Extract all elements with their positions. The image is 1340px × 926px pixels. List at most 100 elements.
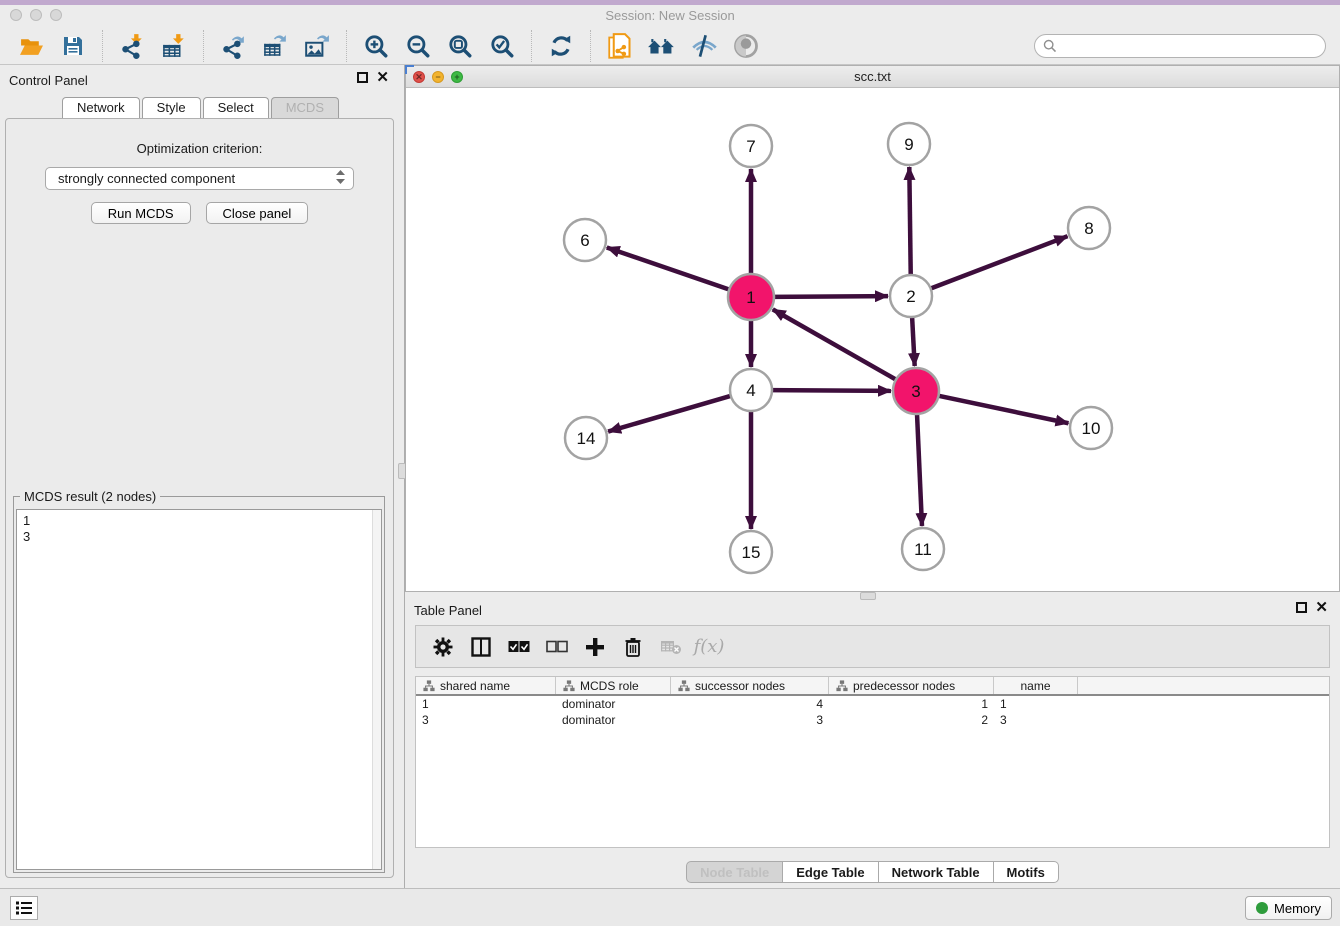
graph-node-label: 10: [1082, 419, 1101, 438]
graph-node-label: 6: [580, 231, 589, 250]
criterion-select[interactable]: strongly connected component: [45, 167, 354, 190]
apply-layout-button[interactable]: [545, 31, 577, 61]
table-panel: Table Panel ✕: [405, 595, 1340, 888]
column-header-label: name: [1020, 679, 1050, 693]
column-header-name[interactable]: name: [994, 677, 1078, 694]
new-network-from-selection-button[interactable]: [604, 31, 636, 61]
graph-edge-3-1[interactable]: [773, 309, 897, 380]
eye-icon: [732, 32, 760, 60]
function-builder-button[interactable]: f(x): [694, 632, 724, 662]
graph-edge-4-14[interactable]: [608, 396, 732, 432]
column-header-successor-nodes[interactable]: successor nodes: [671, 677, 829, 694]
tab-style[interactable]: Style: [142, 97, 201, 118]
close-panel-button[interactable]: Close panel: [206, 202, 309, 224]
table-cell[interactable]: dominator: [556, 696, 671, 712]
table-panel-header: Table Panel ✕: [405, 595, 1340, 627]
table-cell[interactable]: 3: [671, 712, 829, 728]
zoom-fit-button[interactable]: [444, 31, 476, 61]
delete-table-button[interactable]: [656, 632, 686, 662]
control-panel-header: Control Panel ✕: [0, 65, 401, 97]
export-image-button[interactable]: [301, 31, 333, 61]
column-header-label: successor nodes: [695, 679, 785, 693]
float-panel-icon[interactable]: [357, 72, 368, 83]
search-input[interactable]: [1062, 39, 1317, 54]
save-session-button[interactable]: [57, 31, 89, 61]
graph-edge-2-3[interactable]: [912, 316, 915, 366]
hide-selected-button[interactable]: [688, 31, 720, 61]
tab-network[interactable]: Network: [62, 97, 140, 118]
show-all-button[interactable]: [730, 31, 762, 61]
zoom-out-button[interactable]: [402, 31, 434, 61]
graph-edge-4-3[interactable]: [771, 390, 891, 391]
close-panel-icon[interactable]: ✕: [376, 72, 389, 83]
memory-button[interactable]: Memory: [1245, 896, 1332, 920]
table-cell[interactable]: dominator: [556, 712, 671, 728]
graph-edge-3-11[interactable]: [917, 413, 922, 526]
search-icon: [1043, 39, 1057, 53]
graph-edge-2-8[interactable]: [930, 236, 1068, 289]
graph-node-label: 4: [746, 381, 755, 400]
toolbar-separator: [102, 30, 103, 62]
table-panel-title: Table Panel: [414, 603, 482, 618]
open-folder-icon: [19, 34, 44, 59]
deselect-all-columns-button[interactable]: [542, 632, 572, 662]
table-cell[interactable]: 1: [829, 696, 994, 712]
column-header-predecessor-nodes[interactable]: predecessor nodes: [829, 677, 994, 694]
task-history-button[interactable]: [10, 896, 38, 920]
tab-mcds[interactable]: MCDS: [271, 97, 339, 118]
table-cell[interactable]: 3: [994, 712, 1078, 728]
mcds-tab-content: Optimization criterion: strongly connect…: [5, 118, 394, 878]
new-network-document-icon: [607, 33, 634, 60]
zoom-selected-button[interactable]: [486, 31, 518, 61]
graph-edge-2-9[interactable]: [909, 167, 910, 276]
zoom-in-button[interactable]: [360, 31, 392, 61]
export-network-button[interactable]: [217, 31, 249, 61]
zoom-selected-icon: [489, 33, 515, 59]
table-cell[interactable]: 2: [829, 712, 994, 728]
run-mcds-button[interactable]: Run MCDS: [91, 202, 191, 224]
close-panel-icon[interactable]: ✕: [1315, 602, 1328, 613]
table-cell[interactable]: 1: [994, 696, 1078, 712]
memory-label: Memory: [1274, 901, 1321, 916]
graph-edge-1-2[interactable]: [773, 296, 888, 297]
open-session-button[interactable]: [15, 31, 47, 61]
node-table: shared nameMCDS role successor nodes prede…: [415, 676, 1330, 848]
delete-column-button[interactable]: [618, 632, 648, 662]
search-box: [1034, 34, 1326, 58]
table-cell[interactable]: 3: [416, 712, 556, 728]
tab-node-table[interactable]: Node Table: [686, 861, 783, 883]
float-panel-icon[interactable]: [1296, 602, 1307, 613]
import-table-button[interactable]: [158, 31, 190, 61]
tab-motifs[interactable]: Motifs: [994, 861, 1059, 883]
network-canvas[interactable]: 7968124314101511: [406, 88, 1339, 591]
table-cell[interactable]: 4: [671, 696, 829, 712]
graph-node-label: 8: [1084, 219, 1093, 238]
select-all-columns-button[interactable]: [504, 632, 534, 662]
show-column-panel-button[interactable]: [466, 632, 496, 662]
mcds-result-item: 1: [23, 513, 381, 529]
column-header-shared-name[interactable]: shared name: [416, 677, 556, 694]
create-column-button[interactable]: [580, 632, 610, 662]
import-network-button[interactable]: [116, 31, 148, 61]
import-table-icon: [161, 33, 187, 59]
column-type-icon: [678, 680, 690, 692]
table-toolbar: f(x): [415, 625, 1330, 668]
tab-network-table[interactable]: Network Table: [879, 861, 994, 883]
export-table-button[interactable]: [259, 31, 291, 61]
first-neighbors-button[interactable]: [646, 31, 678, 61]
toolbar-separator: [531, 30, 532, 62]
criterion-selected-value: strongly connected component: [58, 171, 235, 186]
graph-edge-1-6[interactable]: [607, 247, 730, 289]
table-settings-button[interactable]: [428, 632, 458, 662]
column-header-MCDS-role[interactable]: MCDS role: [556, 677, 671, 694]
graph-edge-3-10[interactable]: [938, 396, 1069, 424]
tab-edge-table[interactable]: Edge Table: [783, 861, 878, 883]
network-window-title: scc.txt: [406, 69, 1339, 84]
scrollbar-track[interactable]: [372, 510, 381, 869]
mcds-result-list[interactable]: 13: [16, 509, 382, 870]
graph-node-label: 9: [904, 135, 913, 154]
table-row[interactable]: 1dominator411: [416, 696, 1329, 712]
table-cell[interactable]: 1: [416, 696, 556, 712]
table-row[interactable]: 3dominator323: [416, 712, 1329, 728]
tab-select[interactable]: Select: [203, 97, 269, 118]
